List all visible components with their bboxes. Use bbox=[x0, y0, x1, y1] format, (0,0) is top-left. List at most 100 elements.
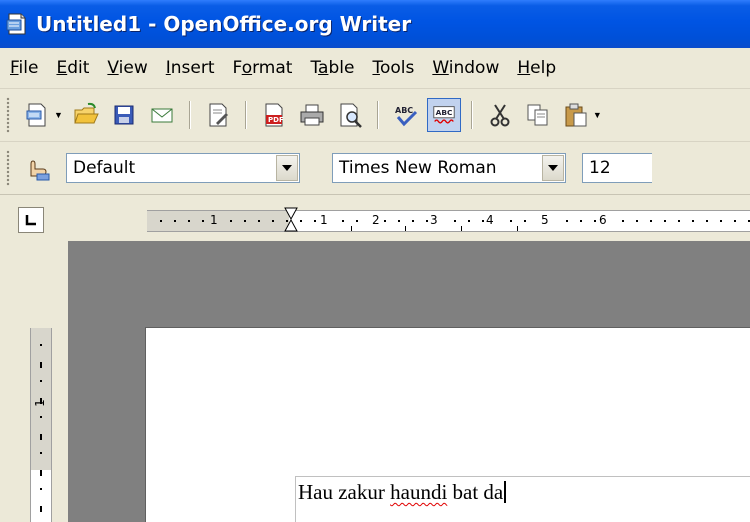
ruler-tick bbox=[300, 220, 302, 222]
ruler-tick bbox=[40, 488, 42, 490]
formatting-toolbar: Default Times New Roman 12 bbox=[0, 142, 750, 195]
ruler-tick bbox=[356, 220, 358, 222]
font-size-combo[interactable]: 12 bbox=[582, 153, 652, 183]
font-size-value[interactable]: 12 bbox=[583, 158, 652, 178]
ruler-tick bbox=[412, 220, 414, 222]
toolbar-separator bbox=[244, 101, 247, 129]
text-boundary-top bbox=[295, 476, 750, 477]
ruler-tick bbox=[678, 220, 680, 222]
ruler-tick bbox=[244, 220, 246, 222]
ruler-tick bbox=[314, 220, 316, 222]
edit-file-button[interactable] bbox=[201, 98, 235, 132]
cut-button[interactable] bbox=[483, 98, 517, 132]
page-preview-button[interactable] bbox=[333, 98, 367, 132]
menu-insert[interactable]: Insert bbox=[166, 58, 215, 78]
ruler-tick bbox=[650, 220, 652, 222]
ruler-tick bbox=[706, 220, 708, 222]
ruler-tick bbox=[202, 220, 204, 222]
ruler-tick bbox=[384, 220, 386, 222]
text-cursor bbox=[504, 481, 507, 503]
ruler-tick bbox=[272, 220, 274, 222]
styles-formatting-button[interactable] bbox=[20, 151, 54, 185]
export-pdf-button[interactable]: PDF bbox=[257, 98, 291, 132]
menu-format[interactable]: Format bbox=[233, 58, 293, 78]
menu-view[interactable]: View bbox=[107, 58, 147, 78]
menu-file[interactable]: File bbox=[10, 58, 38, 78]
font-name-value[interactable]: Times New Roman bbox=[333, 158, 542, 178]
ruler-tab-stop[interactable] bbox=[351, 226, 352, 231]
ruler-tick bbox=[40, 506, 42, 512]
email-button[interactable] bbox=[145, 98, 179, 132]
ruler-tick bbox=[342, 220, 344, 222]
menu-table[interactable]: Table bbox=[310, 58, 354, 78]
toolbar-separator bbox=[188, 101, 191, 129]
paragraph-style-dropdown-button[interactable] bbox=[276, 155, 298, 181]
new-document-icon bbox=[26, 103, 46, 127]
ruler-label: 1 bbox=[320, 213, 328, 227]
indent-marker-icon[interactable] bbox=[284, 207, 298, 233]
ruler-tick bbox=[230, 220, 232, 222]
chevron-down-icon bbox=[548, 165, 558, 171]
paragraph-style-combo[interactable]: Default bbox=[66, 153, 300, 183]
font-name-combo[interactable]: Times New Roman bbox=[332, 153, 566, 183]
menu-tools[interactable]: Tools bbox=[372, 58, 414, 78]
ruler-tick bbox=[40, 470, 42, 476]
paste-button[interactable] bbox=[559, 98, 593, 132]
chevron-down-icon bbox=[282, 165, 292, 171]
window-title: Untitled1 - OpenOffice.org Writer bbox=[36, 12, 412, 36]
ruler-tick bbox=[734, 220, 736, 222]
paragraph-style-value[interactable]: Default bbox=[67, 158, 276, 178]
styles-hand-icon bbox=[30, 160, 50, 181]
spellcheck-button[interactable]: ABC bbox=[389, 98, 423, 132]
ruler-tick bbox=[426, 220, 428, 222]
open-folder-icon bbox=[74, 102, 99, 124]
ruler-label: 5 bbox=[541, 213, 549, 227]
writer-app-icon[interactable] bbox=[4, 11, 30, 37]
ruler-tick bbox=[468, 220, 470, 222]
svg-text:ABC: ABC bbox=[436, 108, 453, 117]
spellcheck-icon: ABC bbox=[395, 106, 417, 127]
ruler-label: 6 bbox=[599, 213, 607, 227]
ruler-tick bbox=[664, 220, 666, 222]
save-button[interactable] bbox=[107, 98, 141, 132]
left-tab-icon bbox=[25, 215, 36, 226]
horizontal-ruler-left-margin bbox=[147, 211, 289, 231]
envelope-icon bbox=[151, 108, 173, 123]
ruler-tick bbox=[40, 416, 42, 418]
copy-button[interactable] bbox=[521, 98, 555, 132]
paste-clipboard-icon bbox=[565, 103, 587, 127]
document-text[interactable]: Hau zakur haundi bat da bbox=[298, 480, 507, 505]
ruler-tab-stop[interactable] bbox=[405, 226, 406, 231]
toolbar-separator bbox=[376, 101, 379, 129]
print-button[interactable] bbox=[295, 98, 329, 132]
title-bar[interactable]: Untitled1 - OpenOffice.org Writer bbox=[0, 0, 750, 48]
new-dropdown-arrow-icon[interactable]: ▼ bbox=[54, 110, 63, 120]
misspelled-word[interactable]: haundi bbox=[390, 480, 447, 504]
autospellcheck-button[interactable]: ABC bbox=[426, 98, 461, 132]
ruler-tick bbox=[40, 362, 42, 368]
menu-help[interactable]: Help bbox=[517, 58, 556, 78]
menu-window[interactable]: Window bbox=[432, 58, 499, 78]
paste-dropdown-arrow-icon[interactable]: ▼ bbox=[593, 110, 602, 120]
open-button[interactable] bbox=[69, 98, 103, 132]
ruler-tick bbox=[692, 220, 694, 222]
ruler-tab-stop[interactable] bbox=[517, 226, 518, 231]
toolbar-grip[interactable] bbox=[6, 97, 10, 133]
ruler-tick bbox=[160, 220, 162, 222]
toolbar-grip[interactable] bbox=[6, 150, 10, 186]
font-name-dropdown-button[interactable] bbox=[542, 155, 564, 181]
new-document-button[interactable] bbox=[20, 98, 54, 132]
tab-stop-selector[interactable] bbox=[18, 207, 44, 233]
copy-icon bbox=[527, 104, 548, 126]
save-disk-icon bbox=[114, 105, 134, 125]
ruler-tick bbox=[622, 220, 624, 222]
text-boundary-left bbox=[295, 476, 296, 522]
autospellcheck-icon: ABC bbox=[433, 106, 455, 124]
ruler-tab-stop[interactable] bbox=[461, 226, 462, 231]
ruler-tick bbox=[398, 220, 400, 222]
toolbar-separator bbox=[470, 101, 473, 129]
ruler-label: 3 bbox=[430, 213, 438, 227]
printer-icon bbox=[300, 104, 324, 126]
menu-edit[interactable]: Edit bbox=[56, 58, 89, 78]
ruler-tick bbox=[482, 220, 484, 222]
